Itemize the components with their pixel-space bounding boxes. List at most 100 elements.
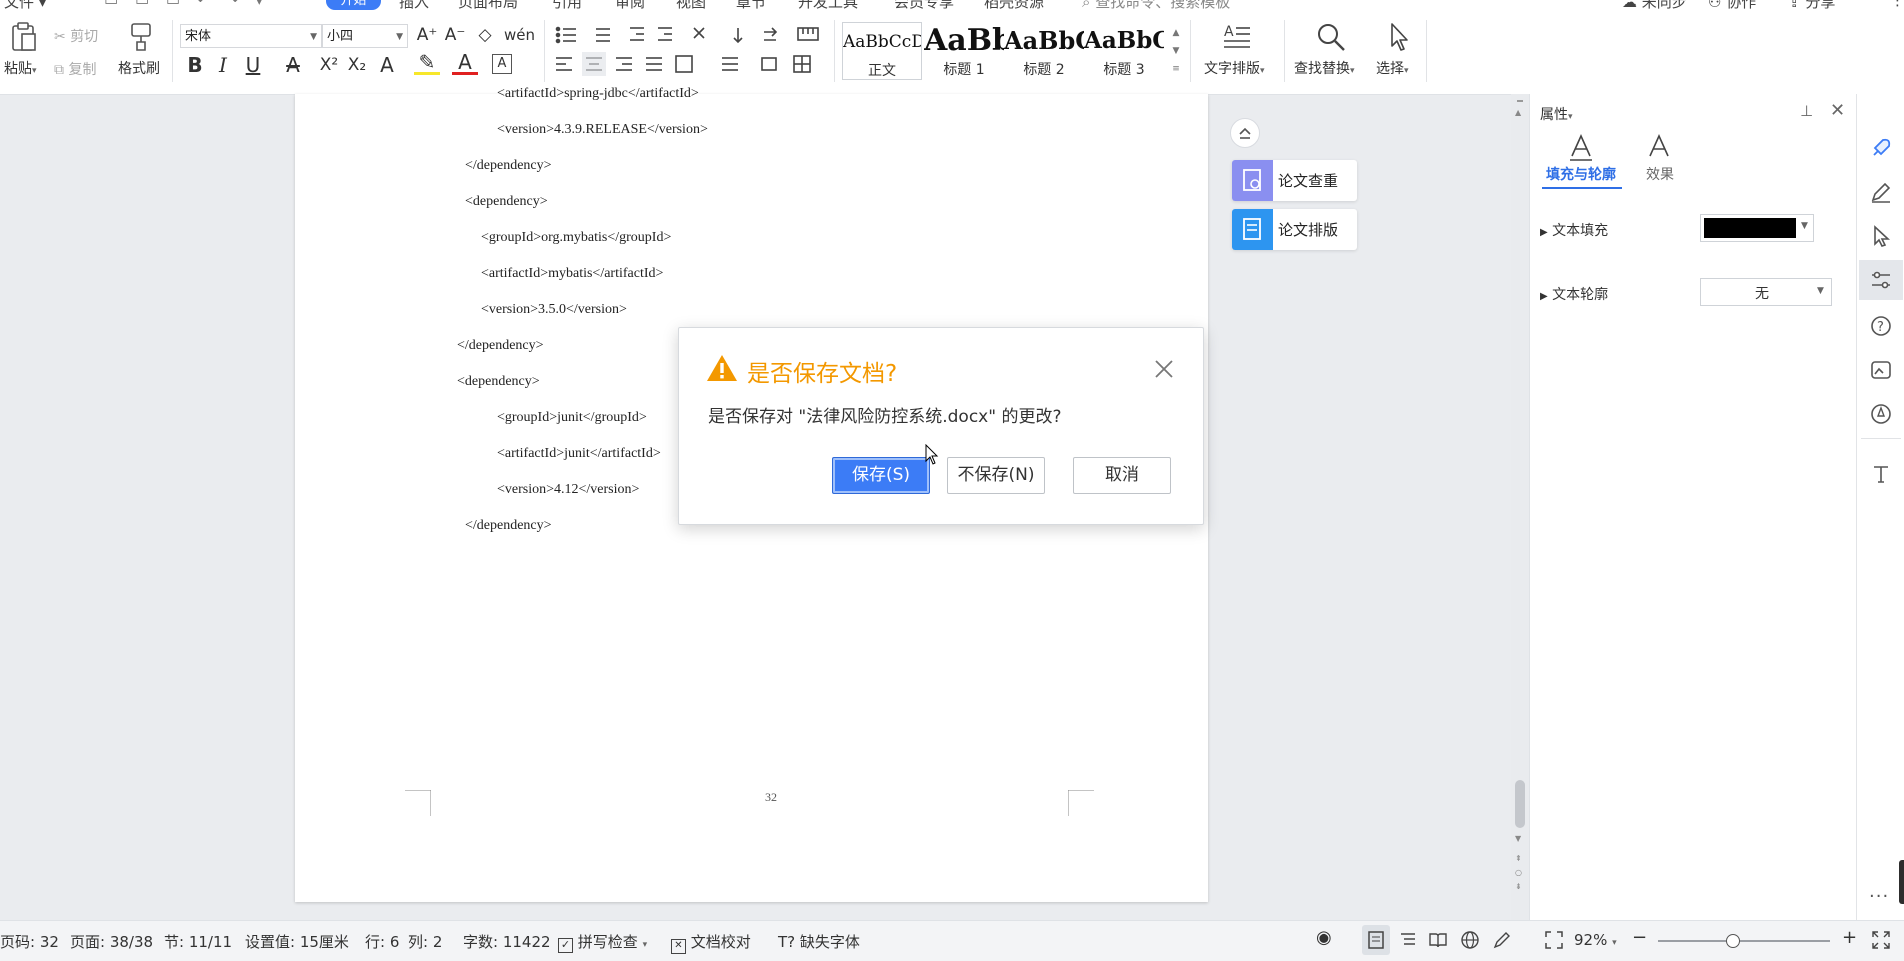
tab-view[interactable]: 视图: [676, 0, 706, 12]
tab-member[interactable]: 会员专享: [894, 0, 954, 12]
more-horizontal-icon[interactable]: ···: [1869, 886, 1889, 907]
menu-file[interactable]: 文件 ▾: [4, 0, 46, 12]
tab-chapter[interactable]: 章节: [736, 0, 766, 12]
tab-page-layout[interactable]: 页面布局: [458, 0, 518, 12]
spell-check-button[interactable]: ✓ 拼写检查 ▾: [558, 931, 647, 953]
status-page[interactable]: 页面: 38/38: [70, 931, 153, 952]
style-normal[interactable]: AaBbCcDd 正文: [842, 22, 922, 80]
web-view-icon[interactable]: [1460, 930, 1480, 950]
tab-insert[interactable]: 插入: [399, 0, 429, 12]
format-painter-button[interactable]: 格式刷: [116, 20, 166, 82]
page-nav-icon[interactable]: ⇞ ○ ⇟: [1515, 852, 1522, 894]
page-view-icon[interactable]: [1366, 930, 1386, 950]
status-row[interactable]: 行: 6: [365, 931, 399, 952]
status-section[interactable]: 节: 11/11: [164, 931, 232, 952]
zoom-slider[interactable]: [1658, 940, 1830, 942]
missing-font-button[interactable]: T? 缺失字体: [778, 931, 860, 952]
doc-proof-button[interactable]: ✕ 文档校对: [671, 931, 751, 954]
cursor-icon[interactable]: [1869, 224, 1893, 248]
strikethrough-icon[interactable]: A: [280, 52, 306, 78]
italic-icon[interactable]: I: [210, 52, 236, 78]
text-effect-icon[interactable]: A: [374, 52, 400, 78]
pinyin-guide-icon[interactable]: wén: [504, 22, 535, 48]
zoom-slider-thumb[interactable]: [1726, 934, 1740, 948]
tab-references[interactable]: 引用: [552, 0, 582, 12]
underline-icon[interactable]: U: [240, 52, 266, 78]
clear-format-icon[interactable]: ◇: [472, 22, 498, 48]
shrink-font-icon[interactable]: A⁻: [442, 22, 468, 48]
font-name-select[interactable]: 宋体 ▼: [180, 24, 322, 48]
highlight-icon[interactable]: ✎: [414, 52, 440, 75]
text-fill-color-picker[interactable]: ▼: [1700, 214, 1814, 242]
cut-button[interactable]: ✂ 剪切: [54, 24, 114, 46]
dont-save-button[interactable]: 不保存(N): [947, 457, 1045, 494]
paper-layout-button[interactable]: 论文排版: [1232, 209, 1357, 250]
quick-access-toolbar[interactable]: ▭ ▭ ▭ ↶ ↷ ▾: [104, 0, 269, 9]
cancel-button[interactable]: 取消: [1073, 457, 1171, 494]
fit-page-icon[interactable]: [1544, 930, 1564, 950]
tab-developer[interactable]: 开发工具: [798, 0, 858, 12]
outline-view-icon[interactable]: [1398, 930, 1418, 950]
reading-view-icon[interactable]: [1428, 930, 1448, 950]
command-search[interactable]: ⌕ 查找命令、搜索模板: [1082, 0, 1230, 12]
image-ai-icon[interactable]: [1869, 358, 1893, 382]
text-outline-row[interactable]: ▶ 文本轮廓: [1540, 284, 1608, 304]
collaborate-button[interactable]: ⚇ 协作: [1708, 0, 1756, 12]
superscript-icon[interactable]: X²: [316, 52, 342, 78]
sync-status[interactable]: ☁ 未同步: [1622, 0, 1687, 12]
side-handle[interactable]: [1899, 860, 1904, 904]
status-page-code[interactable]: 页码: 32: [0, 931, 59, 952]
copy-button[interactable]: ⧉ 复制: [54, 56, 114, 78]
bold-icon[interactable]: B: [182, 52, 208, 78]
style-heading-3[interactable]: AaBbC 标题 3: [1084, 22, 1164, 80]
paper-check-button[interactable]: 论文查重: [1232, 160, 1357, 201]
properties-sliders-icon[interactable]: [1869, 268, 1893, 292]
paragraph-tools[interactable]: [554, 24, 824, 80]
char-border-icon[interactable]: A: [492, 54, 512, 74]
status-col[interactable]: 列: 2: [408, 931, 442, 952]
panel-title[interactable]: 属性▾: [1540, 104, 1573, 124]
scroll-up-icon[interactable]: ▲: [1515, 108, 1521, 117]
tab-effect[interactable]: 效果: [1630, 134, 1690, 184]
collapse-panel-button[interactable]: [1230, 118, 1260, 148]
text-tool-icon[interactable]: [1869, 462, 1893, 486]
rocket-icon[interactable]: [1869, 136, 1893, 160]
paste-button[interactable]: 粘贴▾: [4, 20, 44, 82]
subscript-icon[interactable]: X₂: [344, 52, 370, 78]
font-color-icon[interactable]: A: [452, 52, 478, 75]
close-icon[interactable]: ✕: [1830, 100, 1845, 121]
tab-fill-outline[interactable]: 填充与轮廓: [1542, 134, 1622, 184]
zoom-out-icon[interactable]: −: [1632, 927, 1647, 948]
style-heading-1[interactable]: AaBb 标题 1: [924, 22, 1004, 80]
tab-review[interactable]: 审阅: [615, 0, 645, 12]
pen-icon[interactable]: [1869, 180, 1893, 204]
scroll-down-icon[interactable]: ▼: [1515, 834, 1521, 843]
help-icon[interactable]: ?: [1869, 314, 1893, 338]
tab-docer[interactable]: 稻壳资源: [984, 0, 1044, 12]
grow-font-icon[interactable]: A⁺: [414, 22, 440, 48]
style-heading-2[interactable]: AaBbC 标题 2: [1004, 22, 1084, 80]
style-gallery-scroll[interactable]: ▲ ▼ ≡: [1168, 24, 1184, 80]
more-icon[interactable]: ⋮: [1890, 0, 1904, 9]
status-word-count[interactable]: 字数: 11422: [463, 931, 551, 952]
save-button[interactable]: 保存(S): [832, 457, 930, 494]
pin-icon[interactable]: ⊥: [1800, 102, 1813, 120]
text-outline-select[interactable]: 无 ▼: [1700, 278, 1832, 306]
select-button[interactable]: 选择▾: [1374, 20, 1420, 82]
write-view-icon[interactable]: [1492, 930, 1512, 950]
text-layout-button[interactable]: A 文字排版▾: [1200, 20, 1274, 82]
font-size-select[interactable]: 小四 ▼: [322, 24, 408, 48]
zoom-level[interactable]: 92% ▾: [1574, 931, 1617, 949]
status-setting[interactable]: 设置值: 15厘米: [245, 931, 349, 952]
eye-protection-icon[interactable]: ◉: [1316, 927, 1332, 948]
vertical-scrollbar[interactable]: ▲ ▼ ⇞ ○ ⇟: [1511, 94, 1529, 920]
tab-home[interactable]: 开始: [326, 0, 381, 10]
zoom-in-icon[interactable]: +: [1842, 927, 1857, 948]
share-button[interactable]: ⇪ 分享: [1788, 0, 1835, 12]
find-replace-button[interactable]: 查找替换▾: [1292, 20, 1368, 82]
scroll-thumb[interactable]: [1515, 780, 1525, 828]
text-fill-row[interactable]: ▶ 文本填充: [1540, 220, 1608, 240]
close-icon[interactable]: [1153, 358, 1175, 380]
compass-icon[interactable]: [1869, 402, 1893, 426]
fullscreen-icon[interactable]: [1872, 931, 1890, 949]
